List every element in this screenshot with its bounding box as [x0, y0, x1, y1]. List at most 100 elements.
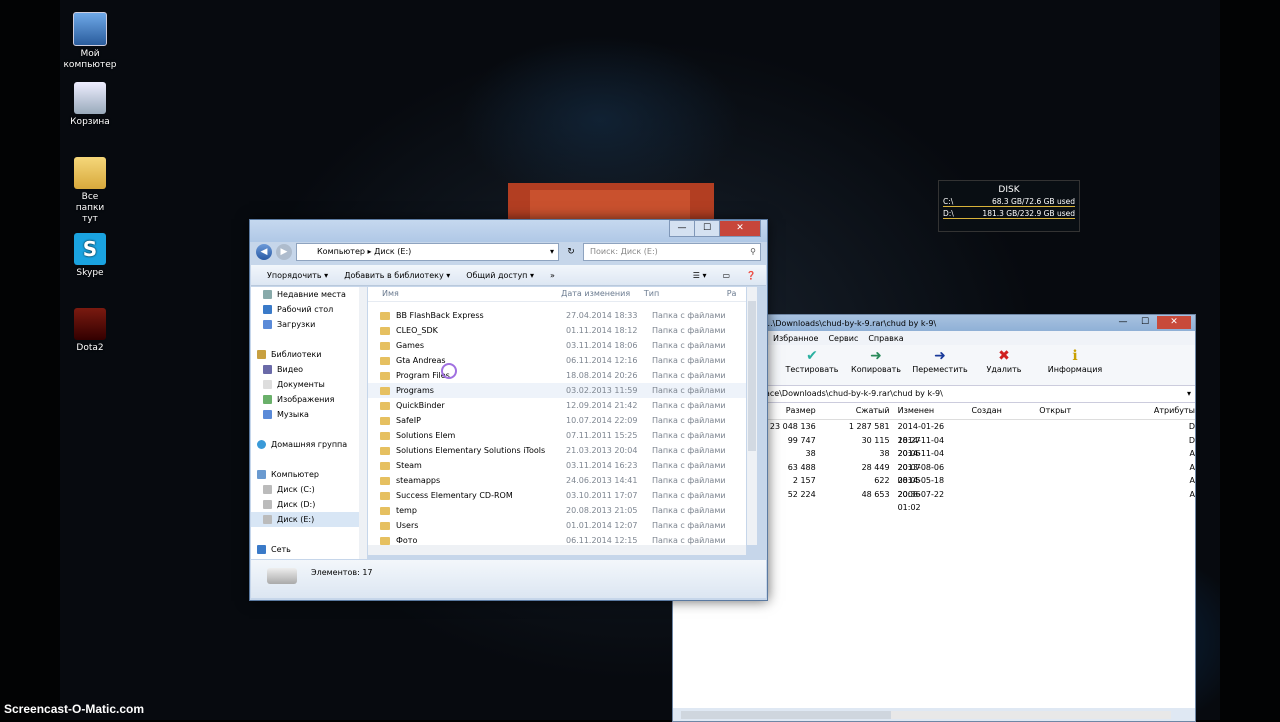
- nav-item-downloads[interactable]: Загрузки: [251, 317, 359, 332]
- breadcrumb-computer[interactable]: Компьютер: [317, 247, 365, 256]
- file-type: Папка с файлами: [652, 536, 726, 545]
- close-button[interactable]: ✕: [1157, 316, 1191, 329]
- nav-item-music[interactable]: Музыка: [251, 407, 359, 422]
- col-attributes[interactable]: Атрибуты: [1125, 403, 1195, 419]
- nav-item-drive-c[interactable]: Диск (C:): [251, 482, 359, 497]
- file-date: 10.07.2014 22:09: [566, 416, 638, 425]
- list-item[interactable]: Steam 03.11.2014 16:23 Папка с файлами: [368, 458, 746, 473]
- minimize-button[interactable]: —: [1113, 316, 1133, 329]
- list-item[interactable]: QuickBinder 12.09.2014 21:42 Папка с файла…: [368, 398, 746, 413]
- back-button[interactable]: ◀: [256, 244, 272, 260]
- list-item[interactable]: steamapps 24.06.2013 14:41 Папка с файлами: [368, 473, 746, 488]
- list-item[interactable]: Solutions Elem 07.11.2011 15:25 Папка с фа…: [368, 428, 746, 443]
- col-size[interactable]: Ра: [727, 287, 746, 301]
- menu-help[interactable]: Справка: [868, 334, 903, 343]
- col-opened[interactable]: Открыт: [1039, 403, 1125, 419]
- maximize-button[interactable]: ☐: [1135, 316, 1155, 329]
- cell-created: [969, 434, 1039, 448]
- list-item[interactable]: Фото 06.11.2014 12:15 Папка с файлами: [368, 533, 746, 545]
- search-input[interactable]: Поиск: Диск (E:) ⚲: [583, 243, 761, 261]
- cell-opened: [1039, 434, 1125, 448]
- nav-item-pictures[interactable]: Изображения: [251, 392, 359, 407]
- preview-pane-icon[interactable]: ▭: [722, 271, 730, 280]
- forward-button[interactable]: ▶: [276, 244, 292, 260]
- list-item[interactable]: SafeIP 10.07.2014 22:09 Папка с файлами: [368, 413, 746, 428]
- file-date: 03.11.2014 16:23: [566, 461, 638, 470]
- chevron-down-icon[interactable]: ▾: [550, 244, 554, 260]
- folder-icon: [380, 491, 390, 500]
- col-packed[interactable]: Сжатый: [818, 403, 890, 419]
- file-list-scrollbar[interactable]: [747, 287, 757, 545]
- nav-item-video[interactable]: Видео: [251, 362, 359, 377]
- view-options-icon[interactable]: ☰ ▾: [693, 271, 707, 280]
- file-date: 01.11.2014 18:12: [566, 326, 638, 335]
- maximize-button[interactable]: ☐: [694, 220, 720, 237]
- nav-item-desktop[interactable]: Рабочий стол: [251, 302, 359, 317]
- minimize-button[interactable]: —: [669, 220, 695, 237]
- busy-cursor-icon: [441, 363, 457, 379]
- col-date[interactable]: Дата изменения: [561, 287, 644, 301]
- file-type: Папка с файлами: [652, 341, 726, 350]
- list-item[interactable]: Solutions Elementary Solutions iTools 21.…: [368, 443, 746, 458]
- col-type[interactable]: Тип: [644, 287, 727, 301]
- list-item[interactable]: temp 20.08.2013 21:05 Папка с файлами: [368, 503, 746, 518]
- desktop-icon-recycle-bin[interactable]: Корзина: [60, 82, 120, 128]
- col-name[interactable]: Имя: [368, 287, 561, 301]
- nav-item-network[interactable]: Сеть: [251, 542, 359, 557]
- refresh-icon[interactable]: ↻: [563, 247, 579, 257]
- cell-opened: [1039, 474, 1125, 488]
- nav-item-drive-d[interactable]: Диск (D:): [251, 497, 359, 512]
- nav-item-homegroup[interactable]: Домашняя группа: [251, 437, 359, 452]
- tool-copy-button[interactable]: ➜ Копировать: [845, 345, 907, 385]
- organize-button[interactable]: Упорядочить ▾: [267, 271, 328, 280]
- list-item[interactable]: CLEO_SDK 01.11.2014 18:12 Папка с файлами: [368, 323, 746, 338]
- cell-created: [969, 488, 1039, 502]
- explorer-title-bar[interactable]: — ☐ ✕: [250, 220, 767, 242]
- winrar-title: ...\Downloads\chud-by-k-9.rar\chud by k-…: [765, 318, 937, 328]
- menu-tools[interactable]: Сервис: [828, 334, 858, 343]
- nav-item-computer[interactable]: Компьютер: [251, 467, 359, 482]
- chevron-down-icon[interactable]: ▾: [1187, 386, 1191, 402]
- nav-item-drive-e[interactable]: Диск (E:): [251, 512, 359, 527]
- nav-label: Компьютер: [271, 470, 319, 479]
- scrollbar-thumb[interactable]: [748, 301, 756, 451]
- add-to-library-button[interactable]: Добавить в библиотеку ▾: [344, 271, 450, 280]
- list-item[interactable]: Programs 03.02.2013 11:59 Папка с файлами: [368, 383, 746, 398]
- nav-item-documents[interactable]: Документы: [251, 377, 359, 392]
- horizontal-scrollbar[interactable]: [681, 711, 1171, 719]
- list-item[interactable]: Success Elementary CD-ROM 03.10.2011 17:0…: [368, 488, 746, 503]
- scrollbar-thumb[interactable]: [681, 711, 891, 719]
- tool-delete-button[interactable]: ✖ Удалить: [973, 345, 1035, 385]
- horizontal-scrollbar[interactable]: [368, 545, 746, 555]
- nav-item-libraries[interactable]: Библиотеки: [251, 347, 359, 362]
- list-item[interactable]: Gta Andreas 06.11.2014 12:16 Папка с файла…: [368, 353, 746, 368]
- file-name: Solutions Elem: [396, 431, 456, 440]
- desktop-icon-dota2[interactable]: Dota2: [60, 308, 120, 354]
- gadget-title: DISK: [998, 185, 1020, 195]
- tool-test-button[interactable]: ✔ Тестировать: [781, 345, 843, 385]
- more-commands-button[interactable]: »: [550, 271, 555, 280]
- col-created[interactable]: Создан: [969, 403, 1039, 419]
- list-item[interactable]: Games 03.11.2014 18:06 Папка с файлами: [368, 338, 746, 353]
- desktop-icon-my-computer[interactable]: Мой компьютер: [60, 12, 120, 71]
- tool-move-button[interactable]: ➜ Переместить: [909, 345, 971, 385]
- desktop-icon-label: Dota2: [76, 343, 104, 353]
- share-button[interactable]: Общий доступ ▾: [466, 271, 534, 280]
- breadcrumb-drive[interactable]: Диск (E:): [374, 247, 411, 256]
- address-bar[interactable]: Компьютер ▸ Диск (E:) ▾: [296, 243, 559, 261]
- menu-favorites[interactable]: Избранное: [773, 334, 818, 343]
- file-list-header: Имя Дата изменения Тип Ра: [368, 287, 746, 302]
- nav-item-recent[interactable]: Недавние места: [251, 287, 359, 302]
- navigation-scrollbar[interactable]: [359, 287, 367, 559]
- list-item[interactable]: BB FlashBack Express 27.04.2014 18:33 Папк…: [368, 308, 746, 323]
- help-icon[interactable]: ❓: [746, 271, 756, 280]
- col-modified[interactable]: Изменен: [890, 403, 970, 419]
- tool-info-button[interactable]: ℹ Информация: [1037, 345, 1113, 385]
- list-item[interactable]: Users 01.01.2014 12:07 Папка с файлами: [368, 518, 746, 533]
- desktop-icon-skype[interactable]: S Skype: [60, 233, 120, 279]
- list-item[interactable]: Program Files 18.08.2014 20:26 Папка с фай…: [368, 368, 746, 383]
- desktop-icon-all-folders[interactable]: Все папки тут: [60, 157, 120, 225]
- cell-opened: [1039, 461, 1125, 475]
- drive-usage: 68.3 GB/72.6 GB used: [991, 197, 1075, 206]
- close-button[interactable]: ✕: [719, 220, 761, 237]
